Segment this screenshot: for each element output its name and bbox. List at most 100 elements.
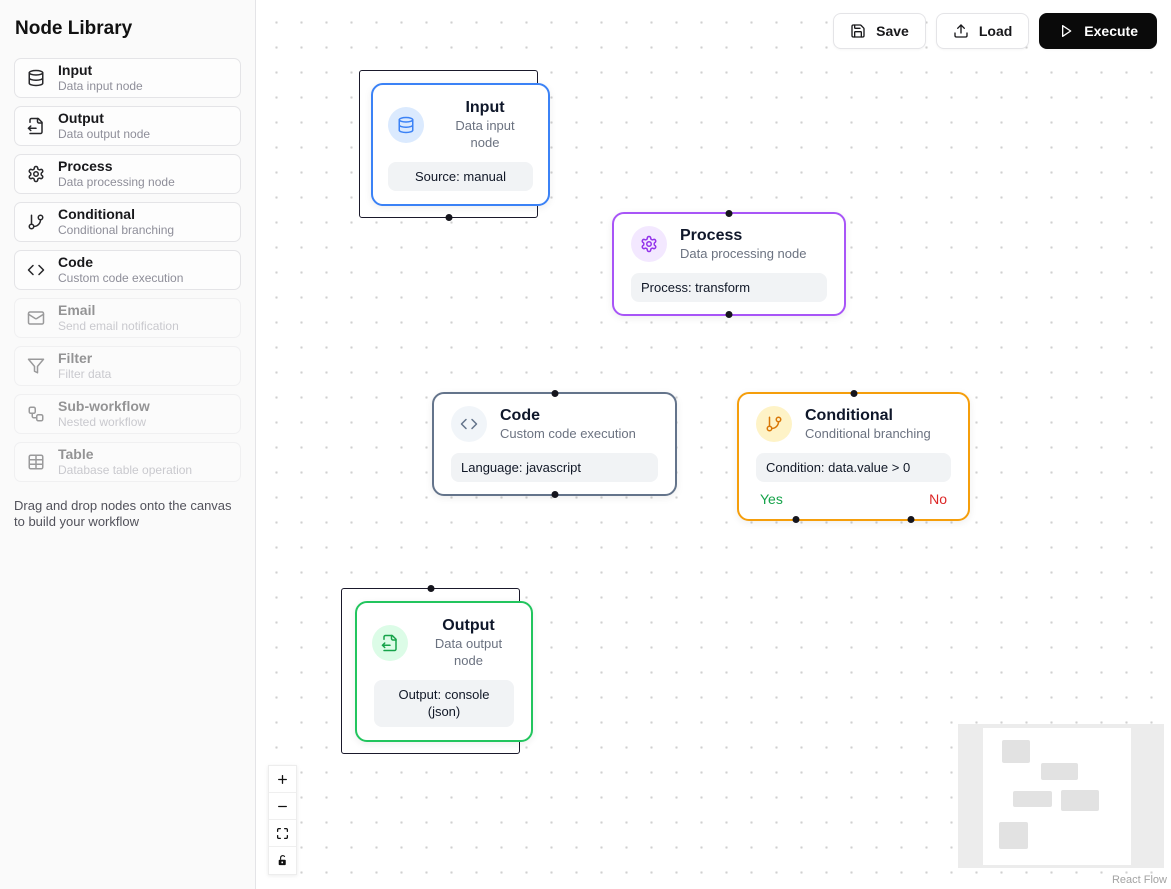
node-title: Process: [680, 226, 806, 246]
library-item-process[interactable]: ProcessData processing node: [14, 154, 241, 194]
zoom-out-button[interactable]: [269, 793, 296, 820]
process-node-source-handle[interactable]: [726, 311, 733, 318]
process-node-target-handle[interactable]: [726, 210, 733, 217]
library-item-title: Filter: [58, 350, 111, 367]
library-item-title: Conditional: [58, 206, 174, 223]
conditional-node-no-handle[interactable]: [907, 516, 914, 523]
file-output-icon: [372, 625, 408, 661]
node-subtitle: Data processing node: [680, 246, 806, 263]
minimap[interactable]: [958, 724, 1164, 868]
fit-view-icon: [276, 827, 289, 840]
library-item-subtitle: Data input node: [58, 79, 143, 94]
library-item-subtitle: Database table operation: [58, 463, 192, 478]
library-item-subtitle: Send email notification: [58, 319, 179, 334]
floppy-disk-icon: [850, 23, 866, 39]
plus-icon: [276, 773, 289, 786]
node-subtitle: Data input node: [443, 118, 527, 152]
library-item-output[interactable]: OutputData output node: [14, 106, 241, 146]
code-node-target-handle[interactable]: [551, 390, 558, 397]
minimap-node-code: [1013, 791, 1052, 807]
node-library-sidebar: Node Library InputData input node Output…: [0, 0, 256, 889]
code-brackets-icon: [451, 406, 487, 442]
library-item-title: Email: [58, 302, 179, 319]
input-node-source-handle[interactable]: [445, 214, 452, 221]
database-icon: [27, 69, 45, 87]
library-item-code[interactable]: CodeCustom code execution: [14, 250, 241, 290]
sidebar-title: Node Library: [15, 18, 241, 40]
library-item-subtitle: Custom code execution: [58, 271, 183, 286]
fit-view-button[interactable]: [269, 820, 296, 847]
library-item-sub-workflow: Sub-workflowNested workflow: [14, 394, 241, 434]
node-subtitle: Conditional branching: [805, 426, 931, 443]
library-item-subtitle: Data processing node: [58, 175, 175, 190]
gear-icon: [27, 165, 45, 183]
funnel-icon: [27, 357, 45, 375]
node-config: Condition: data.value > 0: [756, 453, 951, 483]
code-node-source-handle[interactable]: [551, 491, 558, 498]
minimap-node-output: [999, 822, 1028, 849]
conditional-node[interactable]: Conditional Conditional branching Condit…: [737, 392, 970, 521]
library-item-title: Table: [58, 446, 192, 463]
sub-workflow-icon: [27, 405, 45, 423]
process-node[interactable]: Process Data processing node Process: tr…: [612, 212, 846, 316]
code-node[interactable]: Code Custom code execution Language: jav…: [432, 392, 677, 496]
execute-button-label: Execute: [1084, 23, 1138, 39]
lock-icon: [276, 854, 289, 867]
node-subtitle: Data output node: [427, 636, 511, 670]
execute-button[interactable]: Execute: [1039, 13, 1157, 49]
library-item-title: Code: [58, 254, 183, 271]
file-output-icon: [27, 117, 45, 135]
minimap-node-process: [1041, 763, 1078, 780]
save-button[interactable]: Save: [833, 13, 926, 49]
git-branch-icon: [756, 406, 792, 442]
node-config: Source: manual: [388, 162, 533, 192]
minus-icon: [276, 800, 289, 813]
input-node[interactable]: Input Data input node Source: manual: [371, 83, 550, 206]
conditional-branch-labels: Yes No: [756, 491, 951, 507]
upload-icon: [953, 23, 969, 39]
output-node[interactable]: Output Data output node Output: console …: [355, 601, 533, 742]
toolbar: Save Load Execute: [833, 13, 1157, 49]
react-flow-attribution: React Flow: [1112, 874, 1167, 886]
load-button[interactable]: Load: [936, 13, 1029, 49]
yes-branch-label: Yes: [760, 491, 783, 507]
sidebar-hint: Drag and drop nodes onto the canvas to b…: [14, 498, 241, 531]
zoom-in-button[interactable]: [269, 766, 296, 793]
node-config: Process: transform: [631, 273, 827, 303]
library-item-subtitle: Nested workflow: [58, 415, 150, 430]
flow-canvas[interactable]: Save Load Execute Input Data input node …: [256, 0, 1171, 889]
node-title: Input: [437, 98, 533, 118]
minimap-node-conditional: [1061, 790, 1099, 811]
node-config: Output: console (json): [374, 680, 514, 727]
library-item-filter: FilterFilter data: [14, 346, 241, 386]
gear-icon: [631, 226, 667, 262]
load-button-label: Load: [979, 23, 1012, 39]
library-item-email: EmailSend email notification: [14, 298, 241, 338]
library-item-title: Sub-workflow: [58, 398, 150, 415]
output-node-target-handle[interactable]: [427, 585, 434, 592]
library-item-subtitle: Data output node: [58, 127, 150, 142]
node-subtitle: Custom code execution: [500, 426, 636, 443]
git-branch-icon: [27, 213, 45, 231]
library-item-title: Process: [58, 158, 175, 175]
library-item-subtitle: Conditional branching: [58, 223, 174, 238]
library-item-title: Input: [58, 62, 143, 79]
play-icon: [1058, 23, 1074, 39]
code-brackets-icon: [27, 261, 45, 279]
conditional-node-yes-handle[interactable]: [793, 516, 800, 523]
node-title: Code: [500, 406, 636, 426]
library-item-conditional[interactable]: ConditionalConditional branching: [14, 202, 241, 242]
mail-icon: [27, 309, 45, 327]
no-branch-label: No: [929, 491, 947, 507]
minimap-node-input: [1002, 740, 1030, 763]
conditional-node-target-handle[interactable]: [850, 390, 857, 397]
library-item-title: Output: [58, 110, 150, 127]
node-config: Language: javascript: [451, 453, 658, 483]
zoom-controls: [268, 765, 297, 875]
lock-button[interactable]: [269, 847, 296, 874]
save-button-label: Save: [876, 23, 909, 39]
node-title: Output: [421, 616, 516, 636]
library-item-input[interactable]: InputData input node: [14, 58, 241, 98]
table-icon: [27, 453, 45, 471]
database-icon: [388, 107, 424, 143]
